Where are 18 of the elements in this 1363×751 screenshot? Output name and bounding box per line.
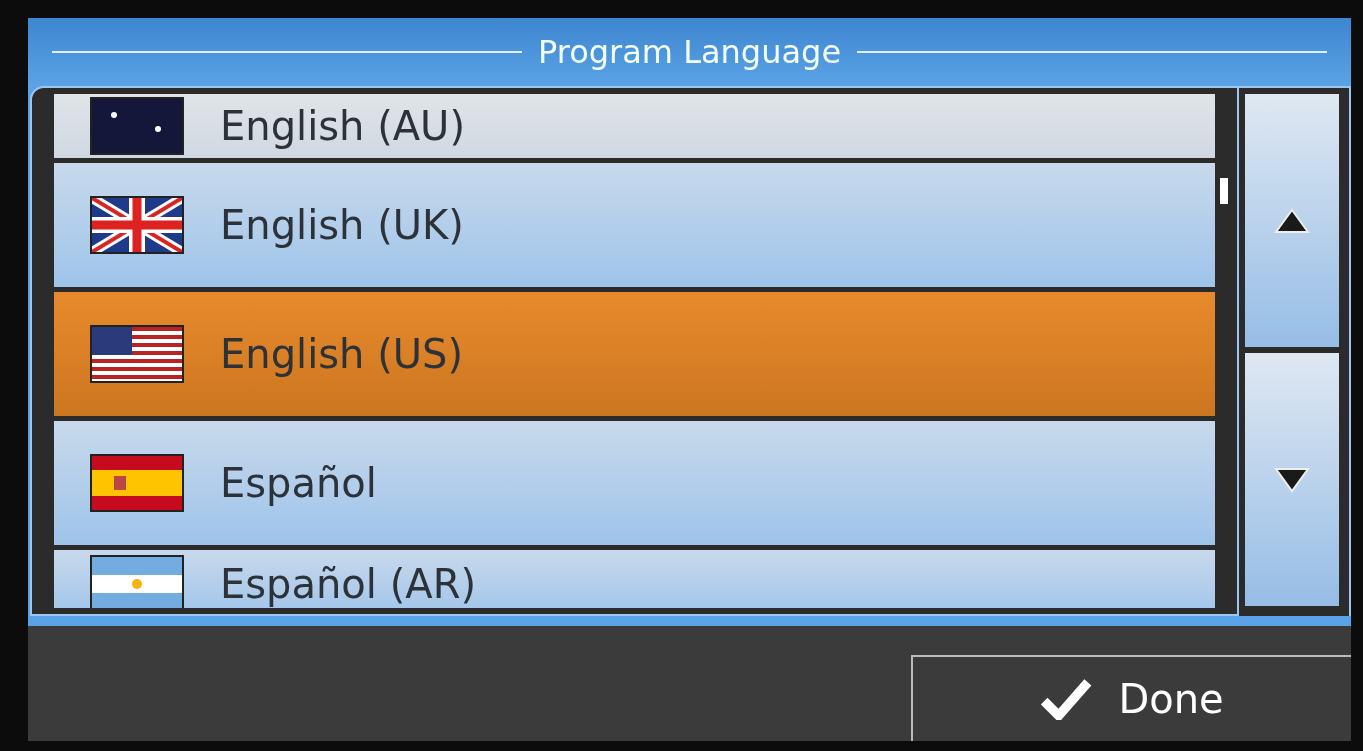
language-item[interactable]: English (UK) — [54, 163, 1215, 287]
flag-icon — [90, 454, 184, 512]
scroll-up-button[interactable] — [1245, 94, 1339, 347]
up-triangle-icon — [1274, 207, 1310, 234]
language-item[interactable]: English (US) — [54, 292, 1215, 416]
done-button[interactable]: Done — [911, 655, 1351, 741]
checkmark-icon — [1040, 678, 1093, 720]
language-item[interactable]: Español (AR) — [54, 550, 1215, 608]
down-triangle-icon — [1274, 466, 1310, 493]
flag-icon — [90, 196, 184, 254]
window-title: Program Language — [537, 33, 842, 71]
scroll-down-button[interactable] — [1245, 353, 1339, 606]
flag-icon — [90, 97, 184, 155]
language-item[interactable]: English (AU) — [54, 94, 1215, 158]
language-item[interactable]: Español — [54, 421, 1215, 545]
flag-icon — [90, 555, 184, 608]
flag-icon — [90, 325, 184, 383]
scrollbar-thumb[interactable] — [1220, 178, 1228, 204]
